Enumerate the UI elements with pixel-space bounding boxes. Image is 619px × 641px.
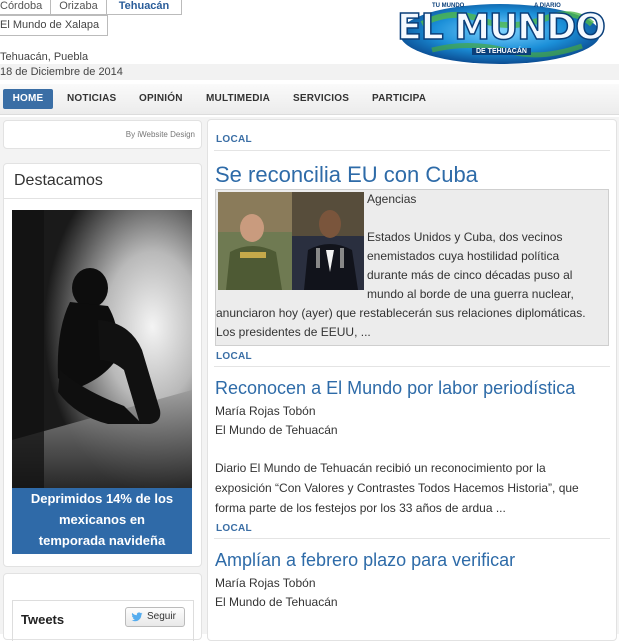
site-logo[interactable]: EL MUNDO TU MUNDO A DIARIO DE TEHUACÁN: [392, 2, 608, 64]
caption-line: mexicanos en: [59, 512, 145, 527]
main-content: LOCAL Se reconcilia EU con Cuba Agencias…: [205, 117, 619, 641]
nav-home[interactable]: HOME: [3, 89, 53, 109]
main-nav: HOME NOTICIAS OPINIÓN MULTIMEDIA SERVICI…: [0, 84, 619, 115]
destacamos-title: Destacamos: [14, 172, 103, 189]
logo-tagline-left: TU MUNDO: [432, 3, 465, 9]
edition-tab-cordoba[interactable]: Córdoba: [0, 0, 52, 15]
excerpt-line: durante más de cinco décadas puso al: [367, 268, 573, 282]
divider: [214, 150, 610, 151]
article-outlet: El Mundo de Tehuacán: [215, 423, 338, 437]
featured-photo-depressed-person[interactable]: [12, 210, 192, 488]
logo-tagline-right: A DIARIO: [534, 3, 561, 9]
credit-box: By iWebsite Design: [3, 120, 202, 149]
news-card: LOCAL Se reconcilia EU con Cuba Agencias…: [207, 119, 617, 641]
excerpt-line: Estados Unidos y Cuba, dos vecinos: [367, 230, 563, 244]
logo-text: EL MUNDO: [396, 7, 606, 49]
tweets-label: Tweets: [21, 612, 65, 627]
article-author: María Rojas Tobón: [215, 576, 316, 590]
tweets-timeline: Tweets Seguir: [12, 600, 194, 641]
article-author: María Rojas Tobón: [215, 404, 316, 418]
follow-button[interactable]: Seguir: [125, 607, 185, 627]
featured-caption[interactable]: Deprimidos 14% de los mexicanos en tempo…: [12, 488, 192, 554]
logo-subtitle: DE TEHUACÁN: [472, 48, 531, 55]
article-source: Agencias: [367, 192, 417, 206]
photo-graphic: [12, 210, 192, 488]
nav-multimedia[interactable]: MULTIMEDIA: [206, 89, 270, 109]
excerpt-line: enemistados cuya hostilidad política: [367, 249, 560, 263]
excerpt-line: exposición “Con Valores y Contrastes Tod…: [215, 481, 579, 495]
divider: [214, 366, 610, 367]
date-bar: 18 de Diciembre de 2014: [0, 64, 619, 80]
article-title[interactable]: Amplían a febrero plazo para verificar: [215, 550, 515, 571]
caption-line: temporada navideña: [38, 533, 166, 548]
caption-line: Deprimidos 14% de los: [30, 491, 174, 506]
featured-article-box: Agencias Estados Unidos y Cuba, dos veci…: [215, 189, 609, 346]
nav-participa[interactable]: PARTICIPA: [372, 89, 426, 109]
destacamos-widget: Destacamos Deprimidos 14% de los mexican…: [3, 163, 202, 567]
excerpt-line: Los presidentes de EEUU, ...: [216, 325, 371, 339]
nav-noticias[interactable]: NOTICIAS: [67, 89, 116, 109]
excerpt-line: anunciaron hoy (ayer) que restablecerán …: [216, 306, 586, 320]
design-credit-link[interactable]: By iWebsite Design: [126, 130, 195, 139]
follow-label: Seguir: [147, 611, 176, 622]
article-title[interactable]: Reconocen a El Mundo por labor periodíst…: [215, 378, 575, 399]
divider: [214, 538, 610, 539]
article-photo-castro-obama[interactable]: [218, 192, 364, 290]
nav-opinion[interactable]: OPINIÓN: [139, 89, 183, 109]
edition-tab-tehuacan[interactable]: Tehuacán: [105, 0, 183, 15]
nav-servicios[interactable]: SERVICIOS: [293, 89, 349, 109]
divider: [4, 198, 201, 199]
article-outlet: El Mundo de Tehuacán: [215, 595, 338, 609]
section-label[interactable]: LOCAL: [216, 134, 252, 145]
edition-tabs: Córdoba Orizaba Tehuacán: [0, 0, 183, 15]
tweets-widget: Tweets Seguir: [3, 573, 202, 641]
edition-tab-orizaba[interactable]: Orizaba: [50, 0, 107, 15]
excerpt-line: Diario El Mundo de Tehuacán recibió un r…: [215, 461, 546, 475]
photo-graphic: [218, 192, 364, 290]
date-label: 18 de Diciembre de 2014: [0, 66, 123, 78]
edition-tab-xalapa[interactable]: El Mundo de Xalapa: [0, 15, 109, 36]
section-label[interactable]: LOCAL: [216, 351, 252, 362]
sidebar: By iWebsite Design Destacamos Deprimidos…: [0, 117, 205, 641]
twitter-bird-icon: [131, 612, 143, 622]
section-label[interactable]: LOCAL: [216, 523, 252, 534]
article-title[interactable]: Se reconcilia EU con Cuba: [215, 162, 478, 188]
excerpt-line: mundo al borde de una guerra nuclear,: [367, 287, 574, 301]
excerpt-line: forma parte de los festejos por los 33 a…: [215, 501, 506, 515]
location-label: Tehuacán, Puebla: [0, 51, 89, 63]
